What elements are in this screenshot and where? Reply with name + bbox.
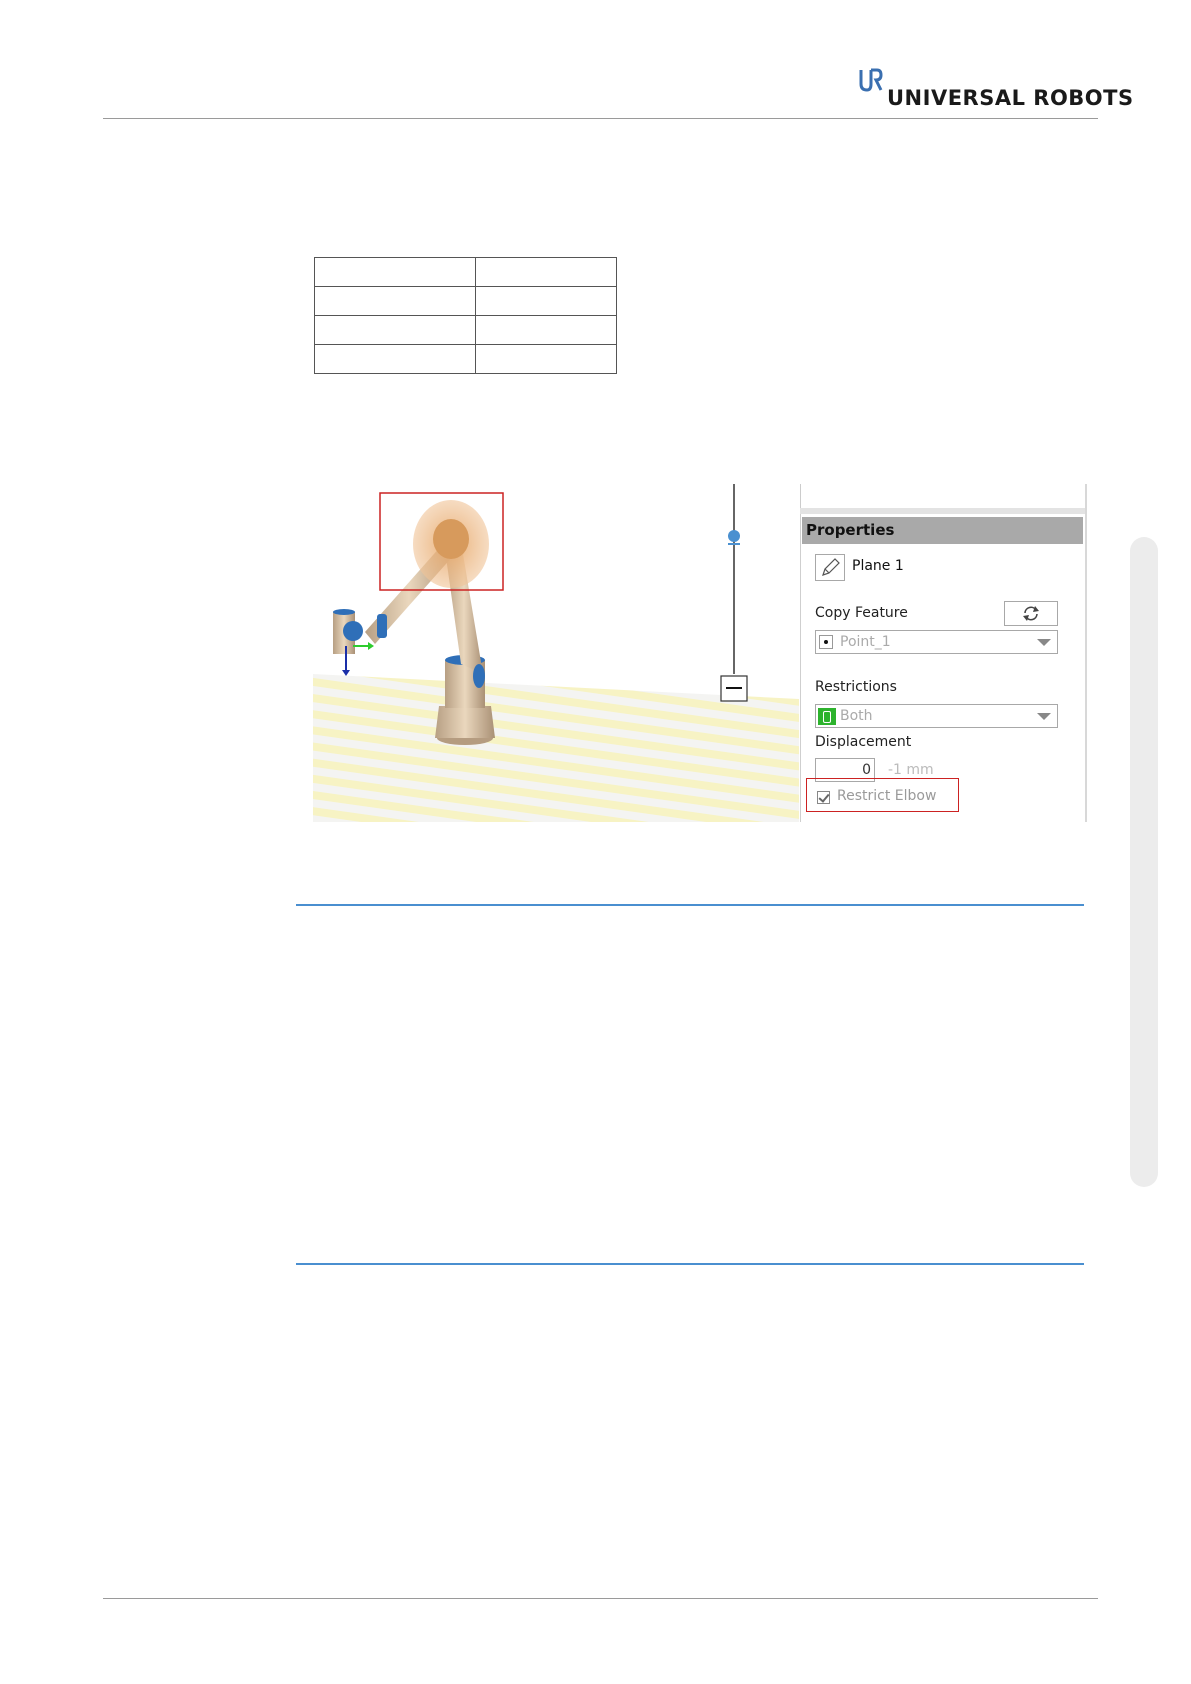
manual-page: { "header": { "logo_text": "UNIVERSAL RO…	[0, 0, 1191, 1684]
side-tab-track	[1130, 537, 1158, 1187]
properties-header: Properties	[802, 517, 1083, 544]
table-row	[314, 315, 617, 345]
table-cell	[314, 315, 476, 345]
edit-name-button[interactable]	[815, 554, 845, 581]
restrictions-select[interactable]: Both	[815, 704, 1058, 728]
panel-top-area	[800, 484, 1087, 508]
footer-divider	[103, 1598, 1098, 1599]
ur-logo-mark	[859, 68, 883, 92]
robot-3d-view	[313, 484, 799, 822]
displacement-unit: -1 mm	[888, 762, 934, 778]
table-cell	[314, 344, 476, 374]
table-row	[314, 257, 617, 287]
refresh-icon	[1023, 606, 1039, 621]
point-select[interactable]: Point_1	[815, 630, 1058, 654]
panel-separator	[800, 508, 1087, 514]
feature-name: Plane 1	[852, 558, 904, 574]
panel-left-border	[800, 514, 801, 822]
copy-feature-refresh-button[interactable]	[1004, 601, 1058, 626]
restriction-both-icon	[818, 708, 836, 725]
displacement-label: Displacement	[815, 734, 912, 750]
header-divider	[103, 118, 1098, 119]
table-cell	[314, 286, 476, 316]
table-cell	[475, 286, 617, 316]
table-cell	[314, 257, 476, 287]
table-cell	[475, 315, 617, 345]
restrictions-select-value: Both	[840, 708, 873, 724]
table-row	[314, 344, 617, 374]
empty-table	[314, 257, 617, 374]
section-rule	[296, 1263, 1084, 1265]
copy-feature-label: Copy Feature	[815, 605, 908, 621]
panel-right-border	[1085, 484, 1087, 822]
table-cell	[475, 344, 617, 374]
screenshot-figure: Properties Plane 1 Copy Feature Point_1 …	[313, 484, 1087, 822]
point-feature-icon	[819, 635, 833, 649]
displacement-value: 0	[862, 762, 871, 778]
table-row	[314, 286, 617, 316]
section-rule	[296, 904, 1084, 906]
point-select-value: Point_1	[840, 634, 891, 650]
restrict-elbow-highlight-box	[806, 778, 959, 812]
speed-slider-handle[interactable]	[728, 530, 740, 542]
logo-text: UNIVERSAL ROBOTS	[887, 86, 1134, 110]
chevron-down-icon	[1037, 713, 1051, 720]
table-cell	[475, 257, 617, 287]
wrist-joint	[343, 621, 363, 641]
universal-robots-logo: UNIVERSAL ROBOTS	[859, 68, 1133, 112]
properties-panel: Properties Plane 1 Copy Feature Point_1 …	[800, 484, 1087, 822]
pencil-icon	[822, 558, 840, 576]
restrictions-label: Restrictions	[815, 679, 897, 695]
chevron-down-icon	[1037, 639, 1051, 646]
